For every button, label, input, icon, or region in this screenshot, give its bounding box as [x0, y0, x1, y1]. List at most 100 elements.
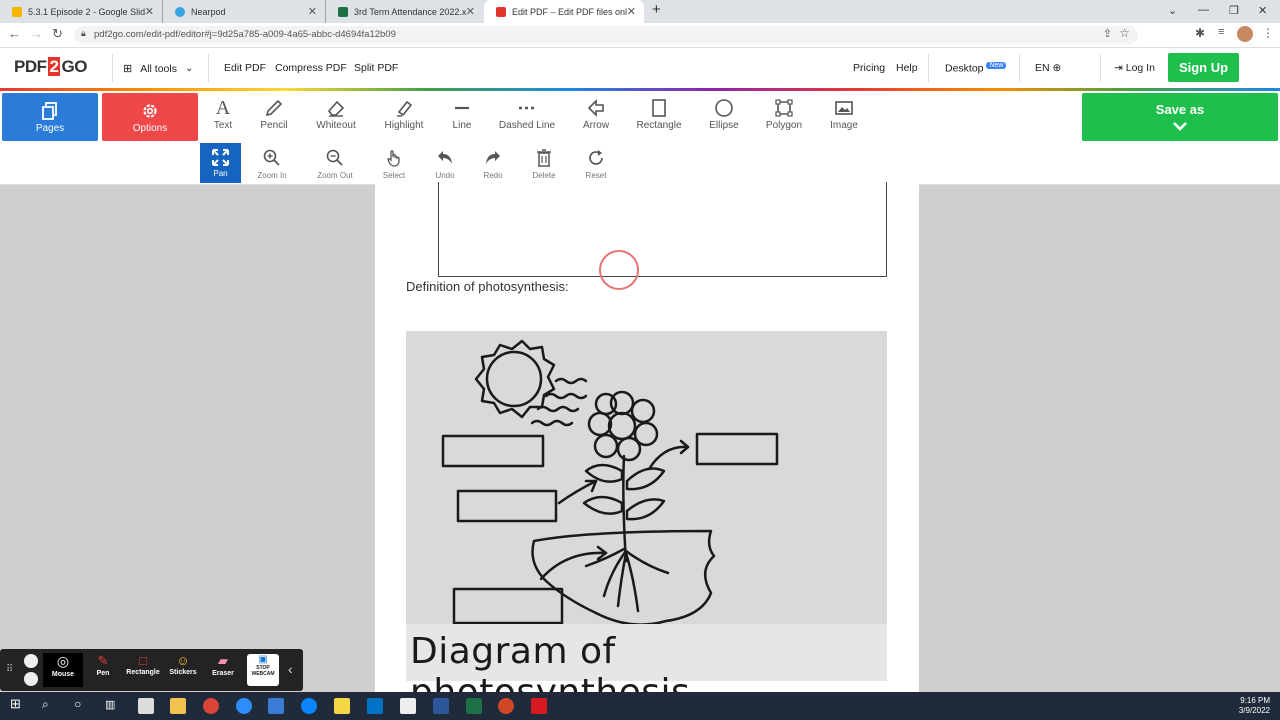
browser-tab-nearpod[interactable]: Nearpod ✕ — [163, 0, 326, 23]
logo-text-pdf: PDF — [14, 57, 47, 76]
chrome-icon[interactable] — [203, 698, 219, 714]
reset-button[interactable]: Reset — [572, 149, 620, 180]
nav-split-pdf[interactable]: Split PDF — [354, 62, 398, 74]
search-icon[interactable]: ⌕ — [42, 697, 58, 713]
word-icon[interactable] — [433, 698, 449, 714]
extensions-icon[interactable]: ✱ — [1195, 26, 1205, 40]
tab-title: 3rd Term Attendance 2022.xlsx — [354, 6, 466, 17]
highlight-tool[interactable]: Highlight — [374, 97, 434, 131]
pan-button[interactable]: Pan — [200, 143, 241, 183]
logo-text-2: 2 — [47, 57, 61, 76]
acrobat-icon[interactable] — [531, 698, 547, 714]
dashed-line-tool[interactable]: Dashed Line — [497, 97, 557, 131]
nav-edit-pdf[interactable]: Edit PDF — [224, 62, 266, 74]
pause-icon[interactable] — [24, 654, 38, 668]
nav-compress-pdf[interactable]: Compress PDF — [275, 62, 347, 74]
reset-label: Reset — [585, 171, 607, 180]
menu-kebab-icon[interactable]: ⋮ — [1262, 26, 1274, 40]
rectangle-tool[interactable]: Rectangle — [629, 97, 689, 131]
tab-search-icon[interactable]: ⌄ — [1168, 4, 1177, 17]
stop-icon[interactable] — [24, 672, 38, 686]
pencil-tool[interactable]: Pencil — [244, 97, 304, 131]
options-button[interactable]: Options — [102, 93, 198, 141]
select-button[interactable]: Select — [370, 149, 418, 180]
line-tool[interactable]: Line — [432, 97, 492, 131]
pdf2go-logo[interactable]: PDF 2 GO — [14, 57, 87, 77]
ellipse-tool[interactable]: Ellipse — [694, 97, 754, 131]
close-icon[interactable]: ✕ — [145, 5, 154, 18]
pen-tool[interactable]: ✎ Pen — [83, 653, 123, 687]
system-clock[interactable]: 9:16 PM 3/9/2022 — [1239, 696, 1270, 716]
mouse-tool[interactable]: ◎ Mouse — [43, 653, 83, 687]
collapse-chevron-icon[interactable]: ‹ — [288, 661, 293, 677]
zoom-out-button[interactable]: Zoom Out — [311, 149, 359, 180]
eraser-tool[interactable]: ▰ Eraser — [203, 653, 243, 687]
drag-handle-icon[interactable]: ⠿ — [6, 664, 13, 675]
close-icon[interactable]: ✕ — [627, 5, 636, 18]
windows-start-icon[interactable]: ⊞ — [10, 696, 26, 712]
desktop-label: Desktop — [945, 62, 984, 75]
all-tools-menu[interactable]: ⊞ All tools ⌄ — [123, 62, 193, 76]
recorder-rectangle-tool[interactable]: □ Rectangle — [123, 653, 163, 687]
language-selector[interactable]: EN ⊕ — [1035, 62, 1061, 74]
close-icon[interactable]: ✕ — [308, 5, 317, 18]
outlook-icon[interactable] — [367, 698, 383, 714]
undo-button[interactable]: Undo — [421, 149, 469, 180]
tab-title: Nearpod — [191, 6, 226, 17]
cortana-icon[interactable]: ○ — [74, 697, 90, 713]
close-icon[interactable]: ✕ — [466, 5, 475, 18]
powerpoint-icon[interactable] — [498, 698, 514, 714]
task-view-icon[interactable]: ▥ — [105, 698, 121, 714]
browser-tab-slides[interactable]: 5.3.1 Episode 2 - Google Slides ✕ — [0, 0, 163, 23]
edge-icon[interactable] — [301, 698, 317, 714]
back-icon[interactable]: ← — [8, 26, 21, 41]
logo-text-go: GO — [61, 57, 87, 76]
zoom-in-button[interactable]: Zoom In — [248, 149, 296, 180]
media-icon[interactable]: ≡ — [1218, 26, 1224, 38]
browser-tab-excel[interactable]: 3rd Term Attendance 2022.xlsx ✕ — [326, 0, 483, 23]
avatar[interactable] — [1237, 26, 1253, 42]
whiteout-tool[interactable]: Whiteout — [306, 97, 366, 131]
zoom-out-label: Zoom Out — [317, 171, 353, 180]
forward-icon[interactable]: → — [30, 26, 43, 41]
url-text: pdf2go.com/edit-pdf/editor#j=9d25a785-a0… — [94, 29, 396, 40]
delete-label: Delete — [532, 171, 556, 180]
stop-webcam-button[interactable]: ▣ STOP WEBCAM — [247, 654, 279, 686]
excel-icon[interactable] — [466, 698, 482, 714]
pages-label: Pages — [35, 123, 65, 134]
star-icon[interactable]: ☆ — [1119, 26, 1130, 40]
webcam-icon: ▣ — [258, 654, 268, 665]
clock-time: 9:16 PM — [1240, 696, 1270, 705]
sticky-notes-icon[interactable] — [334, 698, 350, 714]
new-tab-button[interactable]: + — [652, 1, 661, 18]
url-field[interactable]: 🔒︎ pdf2go.com/edit-pdf/editor#j=9d25a785… — [74, 26, 1138, 44]
dashed-line-icon — [497, 97, 557, 119]
nav-pricing[interactable]: Pricing — [853, 62, 885, 74]
nav-help[interactable]: Help — [896, 62, 918, 74]
redo-button[interactable]: Redo — [469, 149, 517, 180]
minimize-icon[interactable]: — — [1198, 4, 1209, 16]
restore-icon[interactable]: ❐ — [1229, 4, 1239, 17]
browser-tab-editpdf[interactable]: Edit PDF – Edit PDF files online ✕ — [484, 0, 644, 23]
editor-subtoolbar: Pan Zoom In Zoom Out Select Undo Redo De… — [0, 143, 1280, 185]
pages-button[interactable]: Pages — [2, 93, 98, 141]
window-close-icon[interactable]: ✕ — [1258, 4, 1267, 17]
mouse-label: Mouse — [51, 671, 75, 678]
store-icon[interactable] — [138, 698, 154, 714]
notepad-icon[interactable] — [400, 698, 416, 714]
stickers-tool[interactable]: ☺ Stickers — [163, 653, 203, 687]
signup-button[interactable]: Sign Up — [1168, 53, 1239, 82]
reload-icon[interactable]: ↻ — [52, 26, 63, 42]
arrow-tool[interactable]: Arrow — [566, 97, 626, 131]
polygon-tool[interactable]: Polygon — [754, 97, 814, 131]
image-tool[interactable]: Image — [814, 97, 874, 131]
save-as-button[interactable]: Save as — [1082, 93, 1278, 141]
share-icon[interactable]: ⇪ — [1103, 27, 1112, 40]
zoom-icon[interactable] — [236, 698, 252, 714]
screencast-icon[interactable] — [268, 698, 284, 714]
file-explorer-icon[interactable] — [170, 698, 186, 714]
nav-desktop[interactable]: Desktop New — [945, 62, 1007, 75]
delete-button[interactable]: Delete — [520, 149, 568, 180]
login-link[interactable]: ⇥ Log In — [1114, 62, 1155, 74]
pdf-page[interactable]: Definition of photosynthesis: Diagram of — [375, 182, 919, 713]
